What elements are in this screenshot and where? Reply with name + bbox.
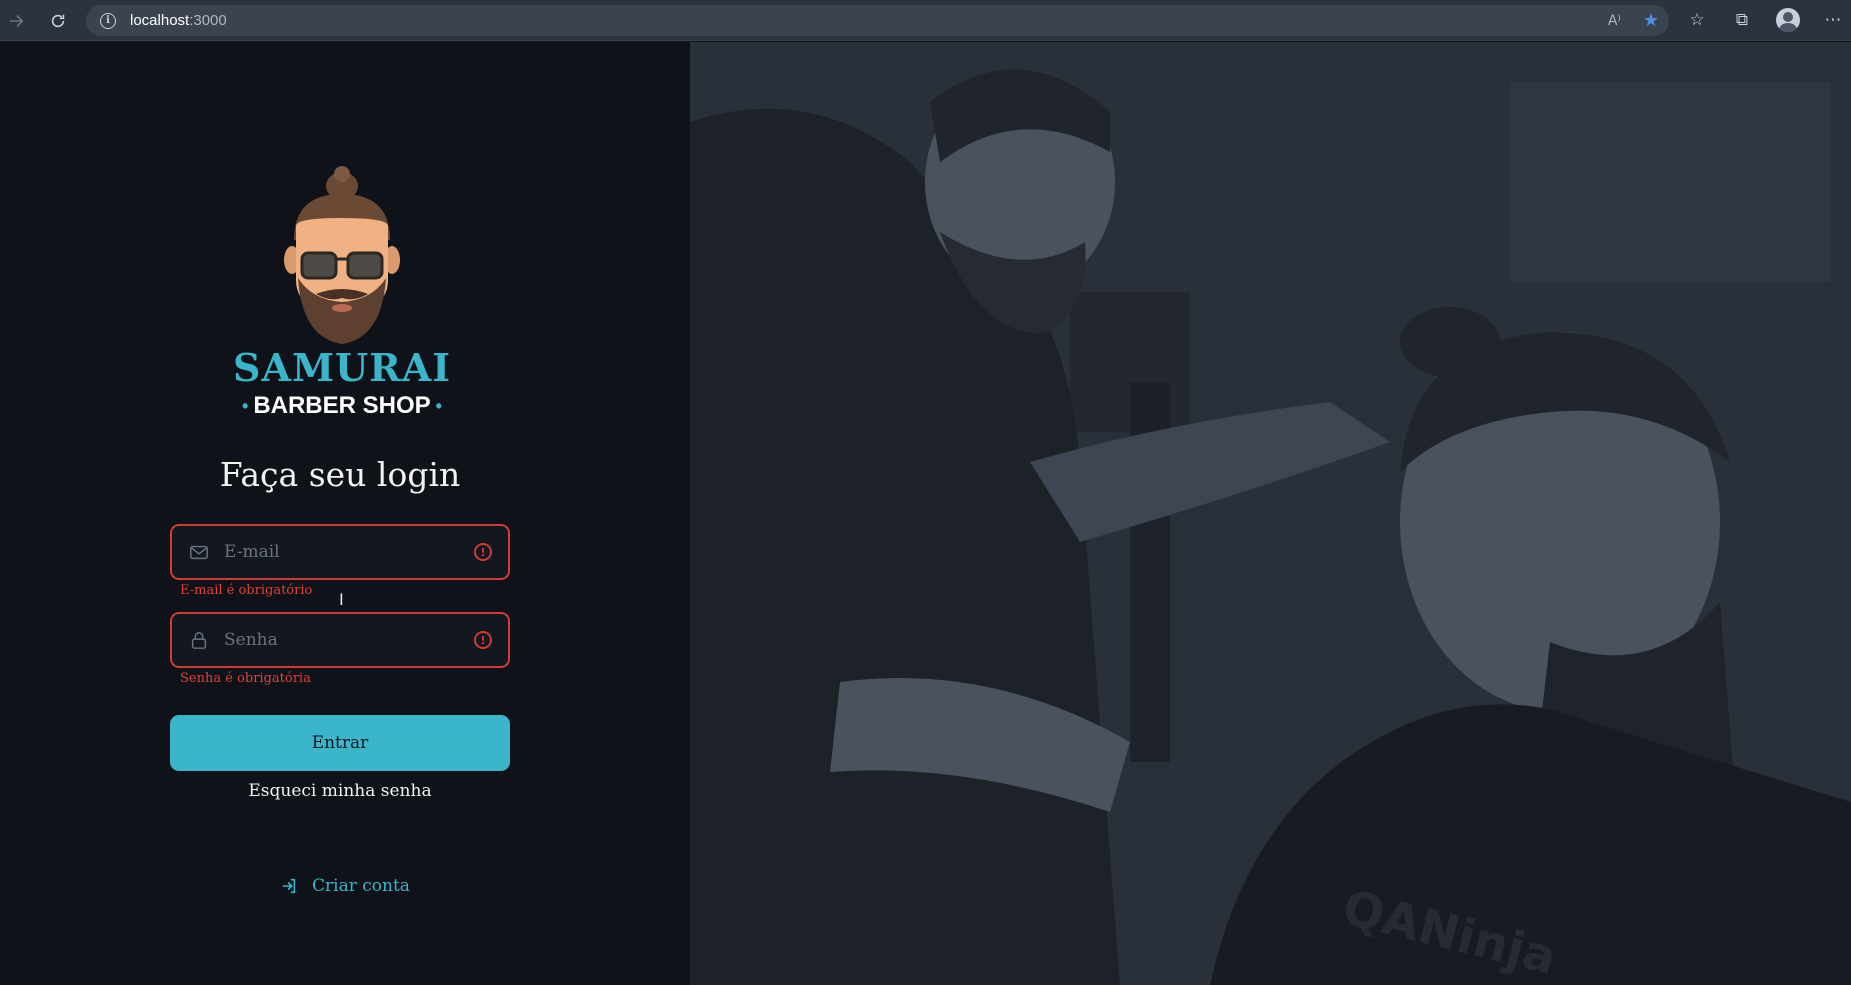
- logo-title: SAMURAI: [233, 345, 451, 390]
- barber-logo: SAMURAI • BARBER SHOP •: [232, 160, 452, 419]
- create-account-label: Criar conta: [312, 876, 410, 896]
- mail-icon: [188, 541, 210, 563]
- dot-icon: •: [430, 396, 442, 417]
- reload-icon[interactable]: [44, 7, 72, 35]
- email-input[interactable]: [210, 542, 474, 562]
- url-port: :3000: [189, 12, 227, 29]
- password-field[interactable]: !: [170, 612, 510, 668]
- password-input[interactable]: [210, 630, 474, 650]
- text-cursor-icon: I: [339, 590, 344, 609]
- page-title: Faça seu login: [219, 455, 461, 494]
- browser-toolbar: i localhost:3000 A⁾ ★ ☆ ⧉ ⋯: [0, 0, 1851, 41]
- email-error-icon: !: [474, 543, 492, 561]
- logo-subtitle-text: BARBER SHOP: [253, 392, 431, 419]
- barber-photo: QANinja: [690, 42, 1851, 985]
- url-host: localhost: [130, 12, 190, 29]
- more-menu-icon[interactable]: ⋯: [1822, 9, 1844, 31]
- barber-mascot-icon: [284, 166, 400, 344]
- password-error-icon: !: [474, 631, 492, 649]
- submit-button[interactable]: Entrar: [170, 715, 510, 771]
- email-field[interactable]: !: [170, 524, 510, 580]
- site-info-icon[interactable]: i: [100, 12, 116, 29]
- favorite-star-icon[interactable]: ★: [1643, 10, 1659, 31]
- dot-icon: •: [242, 396, 254, 417]
- create-account-link[interactable]: Criar conta: [280, 876, 410, 896]
- forgot-password-link[interactable]: Esqueci minha senha: [170, 781, 510, 801]
- url-text: localhost:3000: [130, 12, 227, 29]
- barber-scene-illustration: QANinja: [690, 42, 1851, 985]
- address-bar[interactable]: i localhost:3000 A⁾ ★: [86, 5, 1669, 36]
- read-aloud-icon[interactable]: A⁾: [1608, 13, 1621, 29]
- sign-in-icon: [282, 878, 296, 894]
- password-error-text: Senha é obrigatória: [180, 671, 311, 686]
- profile-avatar[interactable]: [1776, 8, 1800, 32]
- back-arrow-icon[interactable]: [2, 7, 30, 35]
- logo-subtitle: • BARBER SHOP •: [232, 392, 452, 420]
- collections-icon[interactable]: ⧉: [1731, 9, 1753, 31]
- lock-icon: [188, 629, 210, 651]
- email-error-text: E-mail é obrigatório: [180, 583, 313, 598]
- favorites-icon[interactable]: ☆: [1686, 9, 1708, 31]
- login-panel: SAMURAI • BARBER SHOP • Faça seu login !…: [0, 42, 690, 985]
